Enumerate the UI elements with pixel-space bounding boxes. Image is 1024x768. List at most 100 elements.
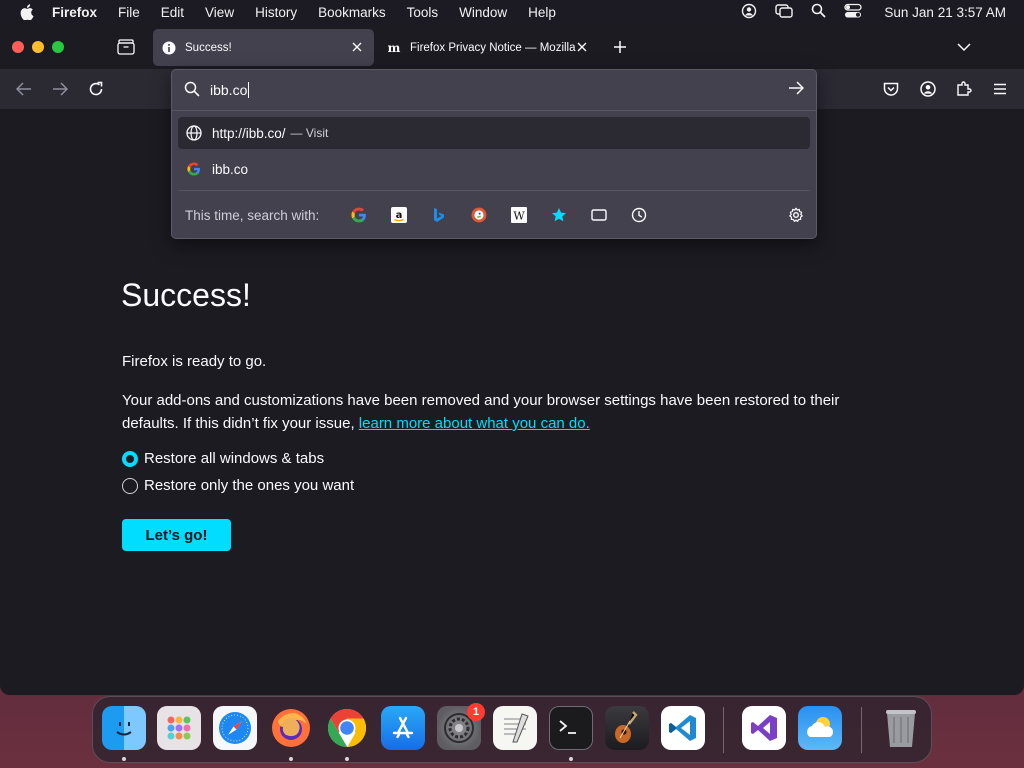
list-all-tabs-chevron-icon[interactable] — [955, 38, 973, 56]
restore-all-option[interactable]: Restore all windows & tabs — [122, 450, 324, 467]
one-off-search-bar: This time, search with: a W — [172, 191, 816, 239]
menu-window[interactable]: Window — [459, 5, 507, 20]
close-tab-icon[interactable] — [350, 40, 364, 54]
visual-studio-icon[interactable] — [742, 706, 786, 750]
tab-strip: Success! m Firefox Privacy Notice — Mozi… — [0, 24, 1024, 69]
bookmarks-star-icon[interactable] — [550, 206, 568, 224]
app-menu-hamburger-icon[interactable] — [989, 78, 1011, 100]
tab-success[interactable]: Success! — [153, 29, 374, 66]
notification-badge: 1 — [467, 703, 485, 721]
launchpad-icon[interactable] — [157, 706, 201, 750]
tab-title: Success! — [185, 41, 232, 54]
result-action: — Visit — [290, 126, 329, 140]
ready-text: Firefox is ready to go. — [122, 353, 267, 370]
bing-icon[interactable] — [430, 206, 448, 224]
search-icon — [184, 81, 202, 99]
page-title: Success! — [121, 277, 251, 313]
info-icon — [161, 40, 177, 56]
url-value: ibb.co — [210, 82, 248, 98]
menu-app-firefox[interactable]: Firefox — [52, 5, 97, 20]
account-icon[interactable] — [917, 78, 939, 100]
url-input[interactable]: ibb.co — [172, 70, 816, 110]
forward-arrow-icon[interactable] — [49, 78, 71, 100]
dock: 1 — [92, 696, 932, 763]
window-close-button[interactable] — [12, 41, 24, 53]
back-arrow-icon[interactable] — [13, 78, 35, 100]
chrome-icon[interactable] — [325, 706, 369, 750]
learn-more-link[interactable]: learn more about what you can do. — [359, 415, 590, 432]
duckduckgo-icon[interactable] — [470, 206, 488, 224]
result-visit-url[interactable]: http://ibb.co/ — Visit — [178, 117, 810, 149]
dock-separator — [861, 707, 862, 753]
running-indicator — [122, 757, 126, 761]
dock-separator — [723, 707, 724, 753]
running-indicator — [289, 757, 293, 761]
radio-unselected[interactable] — [122, 477, 138, 494]
extensions-puzzle-icon[interactable] — [953, 78, 975, 100]
divider — [172, 110, 816, 111]
mozilla-m-icon: m — [386, 40, 402, 56]
screen-mirroring-icon[interactable] — [775, 3, 794, 22]
result-search-google[interactable]: ibb.co — [178, 153, 810, 185]
url-text[interactable]: ibb.co — [210, 82, 250, 98]
tabs-icon[interactable] — [590, 206, 608, 224]
finder-icon[interactable] — [102, 706, 146, 750]
new-tab-plus-icon[interactable] — [611, 38, 629, 56]
search-settings-gear-icon[interactable] — [787, 206, 805, 224]
menu-help[interactable]: Help — [528, 5, 556, 20]
firefox-view-icon[interactable] — [116, 37, 136, 57]
text-caret — [248, 82, 250, 98]
restore-some-option[interactable]: Restore only the ones you want — [122, 477, 354, 494]
result-title: http://ibb.co/ — [212, 125, 286, 141]
running-indicator — [569, 757, 573, 761]
window-controls — [12, 41, 64, 53]
tab-title: Firefox Privacy Notice — Mozilla — [410, 41, 576, 54]
urlbar-dropdown: ibb.co http://ibb.co/ — Visit ibb.co Thi… — [171, 69, 817, 239]
option-label: Restore only the ones you want — [144, 477, 355, 494]
running-indicator — [345, 757, 349, 761]
google-icon[interactable] — [350, 206, 368, 224]
safari-icon[interactable] — [213, 706, 257, 750]
result-title: ibb.co — [212, 161, 249, 177]
weather-icon[interactable] — [798, 706, 842, 750]
control-center-icon[interactable] — [844, 3, 863, 22]
go-arrow-icon[interactable] — [788, 81, 806, 99]
wikipedia-icon[interactable]: W — [510, 206, 528, 224]
menu-file[interactable]: File — [118, 5, 140, 20]
result-action-label: Visit — [305, 126, 329, 140]
description-text: Your add-ons and customizations have bee… — [122, 389, 882, 435]
svg-text:a: a — [396, 210, 403, 221]
reload-icon[interactable] — [85, 78, 107, 100]
history-icon[interactable] — [630, 206, 648, 224]
amazon-icon[interactable]: a — [390, 206, 408, 224]
menu-history[interactable]: History — [255, 5, 297, 20]
trash-icon[interactable] — [879, 706, 923, 750]
window-minimize-button[interactable] — [32, 41, 44, 53]
apple-logo-icon[interactable] — [18, 3, 36, 21]
lets-go-button[interactable]: Let’s go! — [122, 519, 231, 551]
vscode-icon[interactable] — [661, 706, 705, 750]
app-store-icon[interactable] — [381, 706, 425, 750]
menu-tools[interactable]: Tools — [407, 5, 439, 20]
garageband-guitar-icon[interactable] — [605, 706, 649, 750]
menu-edit[interactable]: Edit — [161, 5, 184, 20]
menu-bookmarks[interactable]: Bookmarks — [318, 5, 386, 20]
terminal-icon[interactable] — [549, 706, 593, 750]
textedit-icon[interactable] — [493, 706, 537, 750]
firefox-icon[interactable] — [269, 706, 313, 750]
menu-bar: Firefox File Edit View History Bookmarks… — [0, 0, 1024, 24]
window-maximize-button[interactable] — [52, 41, 64, 53]
option-label: Restore all windows & tabs — [144, 450, 325, 467]
radio-selected[interactable] — [122, 450, 138, 467]
close-tab-icon[interactable] — [575, 40, 589, 54]
svg-text:W: W — [513, 210, 525, 223]
user-account-icon[interactable] — [741, 3, 757, 22]
spotlight-search-icon[interactable] — [811, 3, 826, 21]
svg-text:m: m — [388, 41, 401, 55]
menu-view[interactable]: View — [205, 5, 234, 20]
globe-icon — [186, 125, 202, 141]
one-off-label: This time, search with: — [185, 208, 320, 223]
menu-clock[interactable]: Sun Jan 21 3:57 AM — [884, 5, 1006, 20]
tab-privacy-notice[interactable]: m Firefox Privacy Notice — Mozilla — [378, 29, 593, 66]
pocket-icon[interactable] — [880, 78, 902, 100]
